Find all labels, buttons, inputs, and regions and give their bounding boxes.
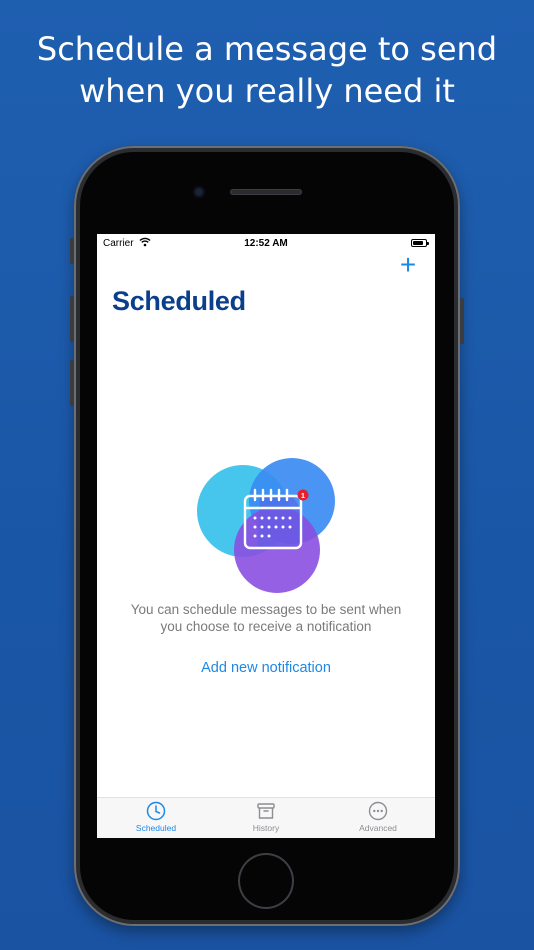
tab-history[interactable]: History bbox=[210, 798, 322, 838]
svg-text:1: 1 bbox=[301, 491, 305, 500]
home-button[interactable] bbox=[240, 855, 292, 907]
tab-scheduled-label: Scheduled bbox=[135, 823, 177, 833]
status-bar: Carrier 12:52 AM bbox=[97, 234, 435, 254]
phone-volume-up-button bbox=[70, 296, 74, 342]
notification-badge: 1 bbox=[297, 489, 309, 501]
phone-volume-down-button bbox=[70, 360, 74, 406]
empty-state-message: You can schedule messages to be sent whe… bbox=[130, 602, 402, 634]
tab-advanced[interactable]: Advanced bbox=[322, 798, 434, 838]
tab-scheduled[interactable]: Scheduled bbox=[100, 798, 212, 838]
phone-power-button bbox=[460, 298, 464, 344]
add-new-notification-link[interactable]: Add new notification bbox=[97, 660, 435, 676]
calendar-illustration: 1 bbox=[197, 458, 335, 593]
battery-icon bbox=[411, 239, 429, 247]
add-notification-button[interactable]: + bbox=[397, 251, 419, 279]
status-time: 12:52 AM bbox=[244, 238, 288, 249]
app-screen: Carrier 12:52 AM + Scheduled 1 You can s… bbox=[97, 234, 435, 838]
tab-history-label: History bbox=[252, 823, 280, 833]
earpiece-speaker bbox=[230, 189, 302, 195]
more-circle-icon bbox=[368, 801, 388, 821]
page-title: Scheduled bbox=[112, 286, 246, 316]
promo-headline-line-1: Schedule a message to send bbox=[36, 30, 498, 68]
promo-headline-line-2: when you really need it bbox=[79, 72, 455, 110]
phone-mute-switch bbox=[70, 238, 74, 264]
front-camera bbox=[193, 186, 205, 198]
battery-level bbox=[413, 241, 423, 245]
archive-box-icon bbox=[257, 803, 275, 819]
clock-icon bbox=[146, 801, 166, 821]
tab-advanced-label: Advanced bbox=[359, 823, 397, 833]
promo-headline: Schedule a message to send when you real… bbox=[0, 28, 534, 112]
tab-bar: Scheduled History Advanced bbox=[97, 797, 435, 838]
